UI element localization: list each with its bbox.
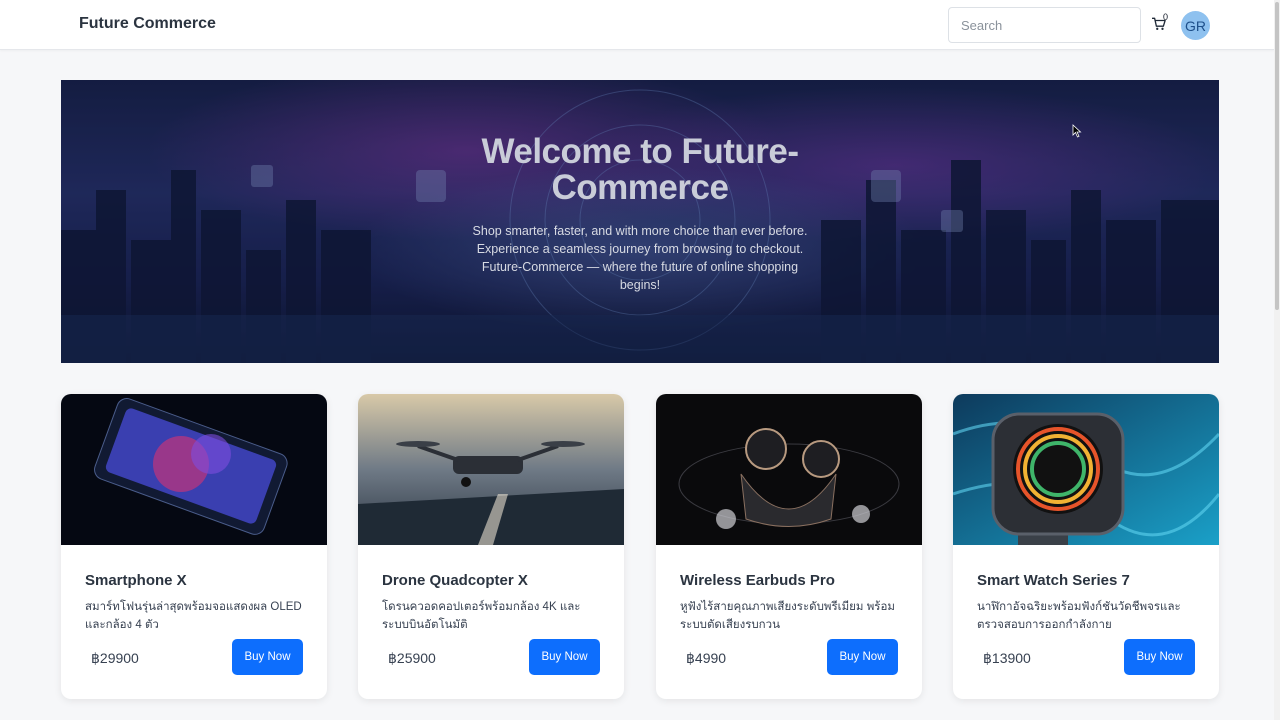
product-image-drone[interactable] xyxy=(358,394,624,545)
cart-count-badge: 0 xyxy=(1163,12,1169,22)
product-description: โดรนควอดคอปเตอร์พร้อมกล้อง 4K และระบบบิน… xyxy=(382,601,581,631)
search-input[interactable] xyxy=(948,7,1141,43)
buy-now-button[interactable]: Buy Now xyxy=(827,639,898,675)
cart-button[interactable]: 0 xyxy=(1150,12,1174,38)
hero-banner: Welcome to Future-Commerce Shop smarter,… xyxy=(61,80,1219,363)
product-card-smartwatch: Smart Watch Series 7 นาฬิกาอัจฉริยะพร้อม… xyxy=(953,394,1219,699)
product-image-smartphone[interactable] xyxy=(61,394,327,545)
user-avatar[interactable]: GR xyxy=(1181,11,1210,40)
product-title[interactable]: Drone Quadcopter X xyxy=(382,572,528,589)
product-title[interactable]: Smartphone X xyxy=(85,572,187,589)
buy-now-button[interactable]: Buy Now xyxy=(529,639,600,675)
product-image-smartwatch[interactable] xyxy=(953,394,1219,545)
product-description: สมาร์ทโฟนรุ่นล่าสุดพร้อมจอแสดงผล OLED แล… xyxy=(85,601,302,631)
product-price: ฿25900 xyxy=(388,650,436,666)
product-image-earbuds[interactable] xyxy=(656,394,922,545)
smartphone-image xyxy=(61,394,327,545)
brand-logo-text[interactable]: Future Commerce xyxy=(79,15,216,33)
product-description: นาฬิกาอัจฉริยะพร้อมฟังก์ชันวัดชีพจรและตร… xyxy=(977,601,1181,631)
buy-now-button[interactable]: Buy Now xyxy=(232,639,303,675)
product-description: หูฟังไร้สายคุณภาพเสียงระดับพรีเมียม พร้อ… xyxy=(680,601,895,631)
hero-title: Welcome to Future-Commerce xyxy=(481,132,799,207)
product-price: ฿4990 xyxy=(686,650,727,666)
product-title[interactable]: Wireless Earbuds Pro xyxy=(680,572,835,589)
product-price: ฿29900 xyxy=(91,650,139,666)
hero-description: Shop smarter, faster, and with more choi… xyxy=(472,224,808,292)
product-card-drone: Drone Quadcopter X โดรนควอดคอปเตอร์พร้อม… xyxy=(358,394,624,699)
product-price: ฿13900 xyxy=(983,650,1031,666)
product-card-earbuds: Wireless Earbuds Pro หูฟังไร้สายคุณภาพเส… xyxy=(656,394,922,699)
buy-now-button[interactable]: Buy Now xyxy=(1124,639,1195,675)
drone-image xyxy=(358,394,624,545)
smartwatch-image xyxy=(953,394,1219,545)
product-card-smartphone: Smartphone X สมาร์ทโฟนรุ่นล่าสุดพร้อมจอแ… xyxy=(61,394,327,699)
top-navbar: Future Commerce 0 GR xyxy=(0,0,1274,50)
mouse-pointer-icon xyxy=(1072,124,1082,138)
scrollbar-thumb[interactable] xyxy=(1275,2,1279,310)
product-title[interactable]: Smart Watch Series 7 xyxy=(977,572,1130,589)
earbuds-image xyxy=(656,394,922,545)
